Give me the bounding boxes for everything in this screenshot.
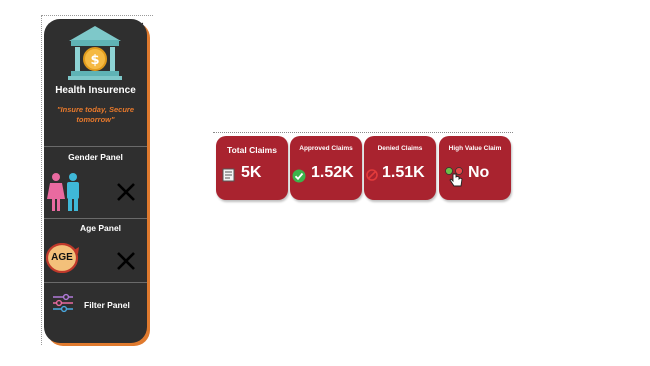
no-entry-icon	[366, 169, 378, 181]
card-value: No	[468, 164, 490, 181]
high-value-claim-card[interactable]: High Value Claim No	[439, 136, 511, 200]
document-icon	[222, 168, 235, 182]
total-claims-card[interactable]: Total Claims 5K	[216, 136, 288, 200]
approved-claims-card[interactable]: Approved Claims 1.52K	[290, 136, 362, 200]
card-title: Approved Claims	[299, 145, 353, 152]
filter-panel-button[interactable]: Filter Panel	[84, 300, 130, 310]
age-badge-icon: AGE	[46, 243, 80, 273]
hand-click-icon	[445, 167, 463, 187]
divider	[44, 146, 147, 147]
age-panel-title: Age Panel	[79, 223, 122, 233]
clear-gender-button[interactable]	[115, 181, 137, 203]
card-value: 1.52K	[311, 164, 354, 181]
divider	[44, 282, 147, 283]
card-title: Denied Claims	[377, 145, 423, 152]
bank-dollar-icon: $	[68, 26, 122, 80]
gender-panel-title: Gender Panel	[68, 152, 123, 162]
card-title: Total Claims	[227, 145, 277, 155]
check-circle-icon	[292, 169, 306, 183]
clear-age-button[interactable]	[115, 250, 137, 272]
denied-claims-card[interactable]: Denied Claims 1.51K	[364, 136, 436, 200]
app-title: Health Insurence	[55, 85, 136, 96]
age-badge-text: AGE	[51, 252, 73, 263]
card-title: High Value Claim	[448, 145, 502, 152]
sliders-icon[interactable]	[52, 293, 74, 313]
card-value: 5K	[241, 164, 262, 181]
man-woman-icon	[47, 173, 79, 211]
card-value: 1.51K	[382, 164, 425, 181]
cards-frame	[213, 132, 513, 133]
svg-text:$: $	[90, 53, 99, 68]
nav-panel: $ Health Insurence "Insure today, Secure…	[44, 19, 147, 343]
tagline: "Insure today, Secure tomorrow"	[56, 105, 135, 124]
divider	[44, 218, 147, 219]
